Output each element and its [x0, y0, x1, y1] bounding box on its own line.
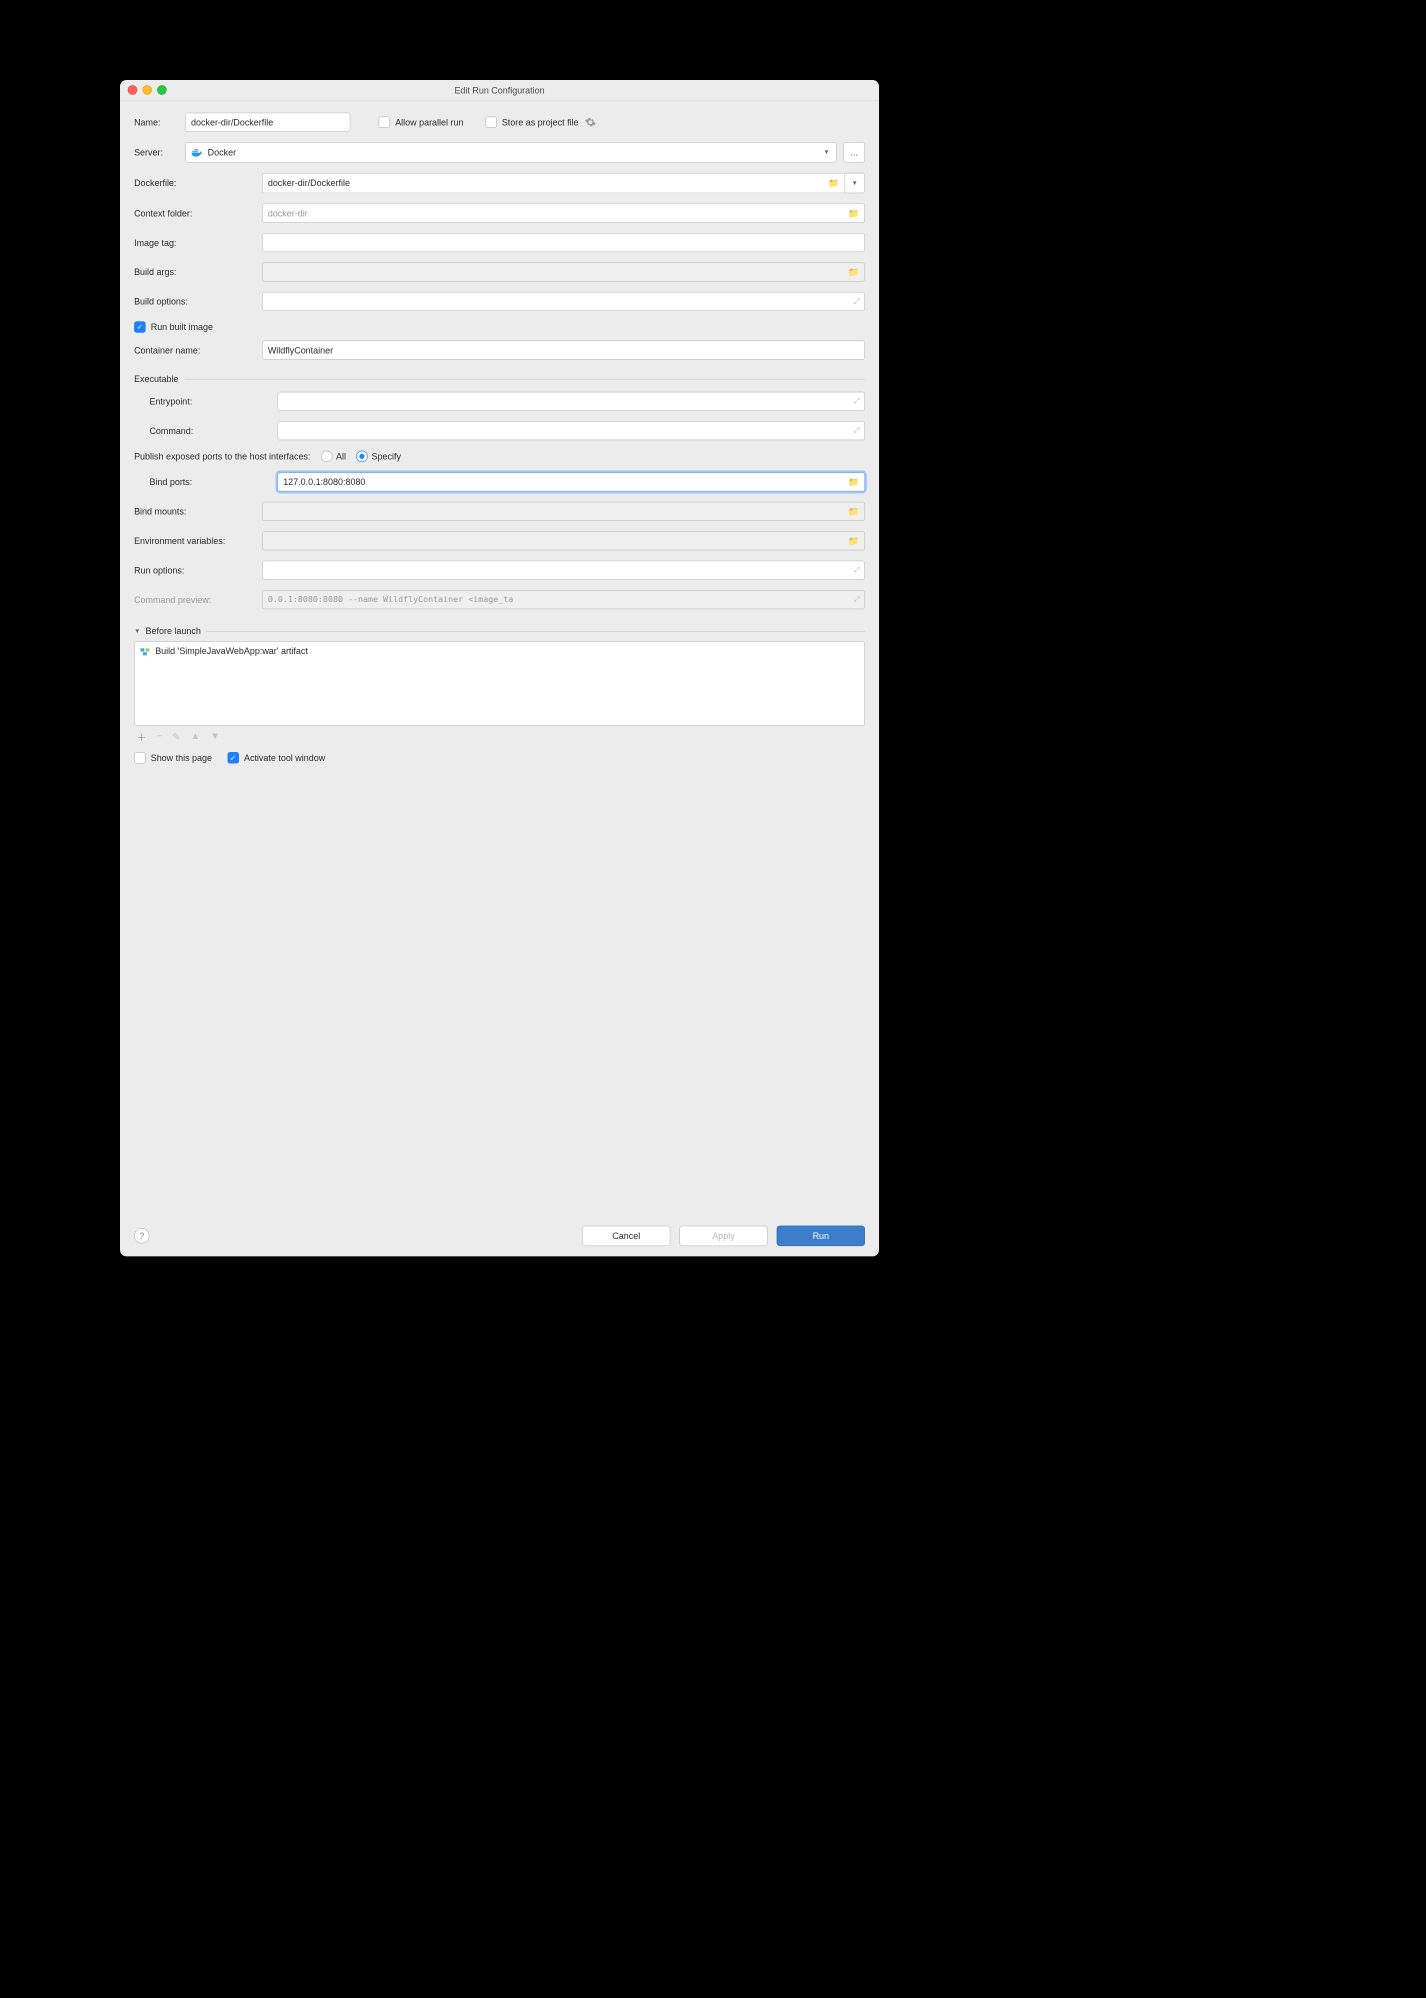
run-options-input[interactable]: ⤢ [262, 561, 865, 580]
run-built-image-label: Run built image [151, 322, 213, 332]
dockerfile-dropdown-button[interactable]: ▼ [844, 173, 864, 193]
build-options-label: Build options: [134, 296, 256, 306]
expand-icon[interactable]: ⤢ [854, 427, 859, 435]
image-tag-input[interactable] [262, 233, 865, 252]
edit-button[interactable]: ✎ [172, 731, 180, 744]
list-item[interactable]: Build 'SimpleJavaWebApp:war' artifact [135, 642, 865, 660]
apply-button[interactable]: Apply [679, 1226, 767, 1246]
help-button[interactable]: ? [134, 1228, 149, 1243]
run-options-label: Run options: [134, 565, 256, 575]
server-label: Server: [134, 147, 179, 157]
server-more-button[interactable]: ... [843, 142, 865, 162]
dockerfile-input[interactable]: docker-dir/Dockerfile 📁 [262, 173, 844, 193]
dockerfile-label: Dockerfile: [134, 178, 256, 188]
build-options-input[interactable]: ⤢ [262, 292, 865, 311]
container-name-input[interactable]: WildflyContainer [262, 340, 865, 359]
executable-section-header: Executable [134, 374, 865, 384]
gear-icon[interactable] [585, 116, 597, 128]
allow-parallel-run-checkbox[interactable]: Allow parallel run [379, 116, 464, 128]
move-down-button[interactable]: ▼ [210, 731, 220, 744]
show-this-page-checkbox[interactable]: Show this page [134, 752, 212, 764]
expand-icon[interactable]: ⤢ [854, 595, 859, 604]
dialog-title: Edit Run Configuration [120, 85, 879, 95]
folder-icon[interactable]: 📁 [828, 178, 839, 189]
before-launch-header[interactable]: ▼ Before launch [134, 626, 865, 636]
zoom-window-button[interactable] [157, 85, 167, 95]
titlebar: Edit Run Configuration [120, 80, 879, 101]
command-preview-output: 0.0.1:8080:8080 --name WildflyContainer … [262, 590, 865, 609]
container-name-label: Container name: [134, 345, 256, 355]
build-args-input[interactable]: 📁 [262, 262, 865, 281]
bind-mounts-input[interactable]: 📁 [262, 502, 865, 521]
expand-icon[interactable]: ⤢ [854, 566, 859, 574]
bind-mounts-label: Bind mounts: [134, 506, 256, 516]
minimize-window-button[interactable] [142, 85, 152, 95]
cancel-button[interactable]: Cancel [582, 1226, 670, 1246]
context-folder-label: Context folder: [134, 208, 256, 218]
store-as-project-file-checkbox[interactable]: Store as project file [485, 116, 578, 128]
folder-icon[interactable]: 📁 [848, 535, 859, 546]
name-input[interactable] [185, 113, 350, 132]
env-vars-label: Environment variables: [134, 536, 256, 546]
chevron-down-icon: ▼ [823, 149, 829, 156]
env-vars-input[interactable]: 📁 [262, 531, 865, 550]
allow-parallel-run-label: Allow parallel run [395, 117, 463, 127]
server-selected-value: Docker [208, 147, 236, 157]
image-tag-label: Image tag: [134, 237, 256, 247]
publish-label: Publish exposed ports to the host interf… [134, 451, 310, 461]
entrypoint-input[interactable]: ⤢ [277, 392, 865, 411]
name-label: Name: [134, 117, 179, 127]
folder-icon[interactable]: 📁 [848, 506, 859, 517]
folder-icon[interactable]: 📁 [848, 267, 859, 278]
store-as-project-file-label: Store as project file [502, 117, 579, 127]
command-input[interactable]: ⤢ [277, 421, 865, 440]
entrypoint-label: Entrypoint: [134, 396, 271, 406]
docker-icon [191, 148, 203, 157]
close-window-button[interactable] [128, 85, 138, 95]
command-preview-label: Command preview: [134, 595, 256, 605]
move-up-button[interactable]: ▲ [191, 731, 201, 744]
activate-tool-window-checkbox[interactable]: ✓ Activate tool window [227, 752, 325, 764]
context-folder-input[interactable]: docker-dir 📁 [262, 204, 865, 223]
publish-all-radio[interactable]: All [321, 451, 346, 463]
run-button[interactable]: Run [777, 1226, 865, 1246]
command-label: Command: [134, 426, 271, 436]
artifact-icon [140, 646, 150, 656]
run-built-image-checkbox[interactable]: ✓ Run built image [134, 321, 213, 333]
bind-ports-input[interactable]: 127.0.0.1:8080:8080 📁 [277, 472, 865, 491]
expand-icon[interactable]: ⤢ [854, 397, 859, 405]
server-select[interactable]: Docker ▼ [185, 142, 837, 162]
folder-icon[interactable]: 📁 [848, 476, 859, 487]
chevron-down-icon: ▼ [134, 628, 140, 635]
dialog-window: Edit Run Configuration Name: Allow paral… [120, 80, 879, 1256]
add-button[interactable]: ＋ [137, 731, 147, 744]
expand-icon[interactable]: ⤢ [854, 297, 859, 305]
folder-icon[interactable]: 📁 [848, 208, 859, 219]
build-args-label: Build args: [134, 267, 256, 277]
remove-button[interactable]: − [156, 731, 162, 744]
before-launch-list[interactable]: Build 'SimpleJavaWebApp:war' artifact [134, 641, 865, 725]
bind-ports-label: Bind ports: [134, 477, 271, 487]
publish-specify-radio[interactable]: Specify [356, 451, 401, 463]
